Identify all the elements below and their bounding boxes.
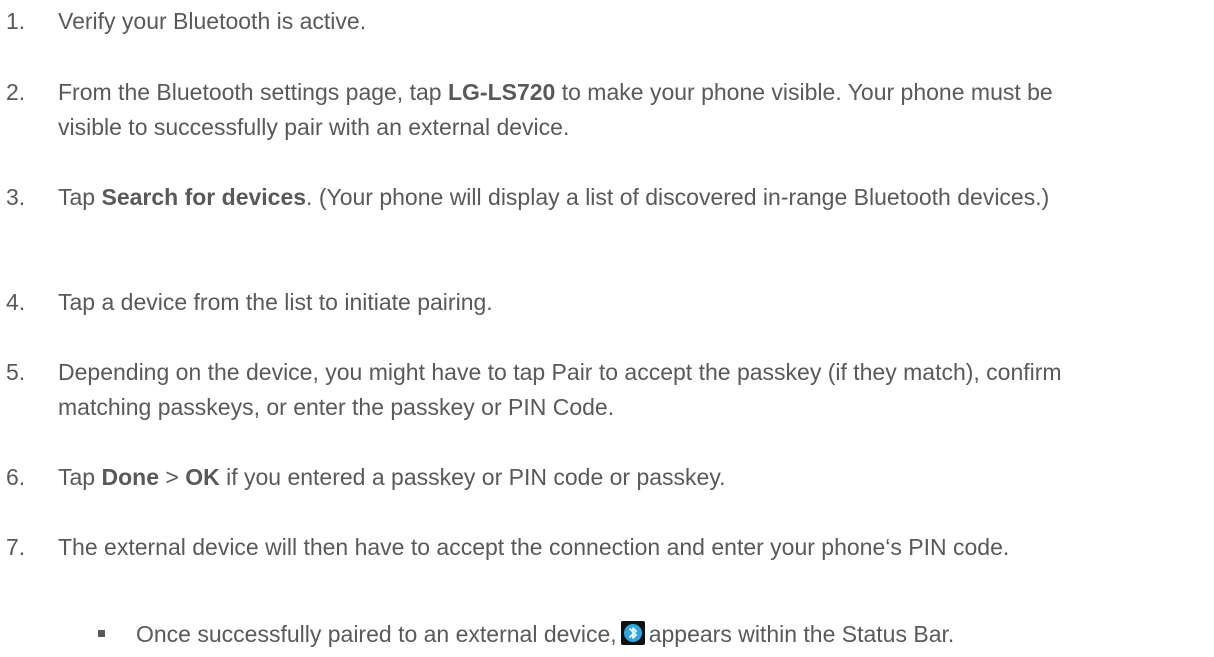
bullet-square-icon xyxy=(98,630,105,637)
step-text-run: Tap a device from the list to initiate p… xyxy=(58,289,493,315)
step-number: 1. xyxy=(6,8,26,34)
bullet-text-after: appears within the Status Bar. xyxy=(648,621,955,647)
step-text: Tap Done > OK if you entered a passkey o… xyxy=(58,460,1188,495)
step-number: 5. xyxy=(6,359,26,385)
step-text-bold: Search for devices xyxy=(101,184,307,210)
bullet-text: Once successfully paired to an external … xyxy=(136,617,954,652)
step-number: 7. xyxy=(6,534,26,560)
step-text-run: The external device will then have to ac… xyxy=(58,534,1010,560)
bullet-text-before: Once successfully paired to an external … xyxy=(136,621,617,647)
step-text-bold: LG-LS720 xyxy=(447,79,556,105)
bluetooth-connected-icon xyxy=(620,621,645,645)
step-text: From the Bluetooth settings page, tap LG… xyxy=(58,75,1078,145)
step-number: 2. xyxy=(6,79,26,105)
step-text-bold: OK xyxy=(185,464,220,490)
step-text: Depending on the device, you might have … xyxy=(58,355,1138,425)
step-text: Verify your Bluetooth is active. xyxy=(58,4,1188,39)
step-text-run: Tap xyxy=(58,184,102,210)
step-number: 6. xyxy=(6,464,26,490)
step-text: Tap a device from the list to initiate p… xyxy=(58,285,1188,320)
step-text-run: Depending on the device, you might have … xyxy=(58,359,1062,420)
step-text-bold: Done xyxy=(101,464,159,490)
step-text-run: Verify your Bluetooth is active. xyxy=(58,8,367,34)
step-text-run: Tap xyxy=(58,464,102,490)
step-text: The external device will then have to ac… xyxy=(58,530,1188,565)
step-text-run: if you entered a passkey or PIN code or … xyxy=(219,464,726,490)
step-text-run: . (Your phone will display a list of dis… xyxy=(306,184,1050,210)
step-text: Tap Search for devices. (Your phone will… xyxy=(58,180,1188,215)
step-number: 3. xyxy=(6,184,26,210)
step-text-run: > xyxy=(158,464,186,490)
step-number: 4. xyxy=(6,289,26,315)
step-text-run: From the Bluetooth settings page, tap xyxy=(58,79,448,105)
